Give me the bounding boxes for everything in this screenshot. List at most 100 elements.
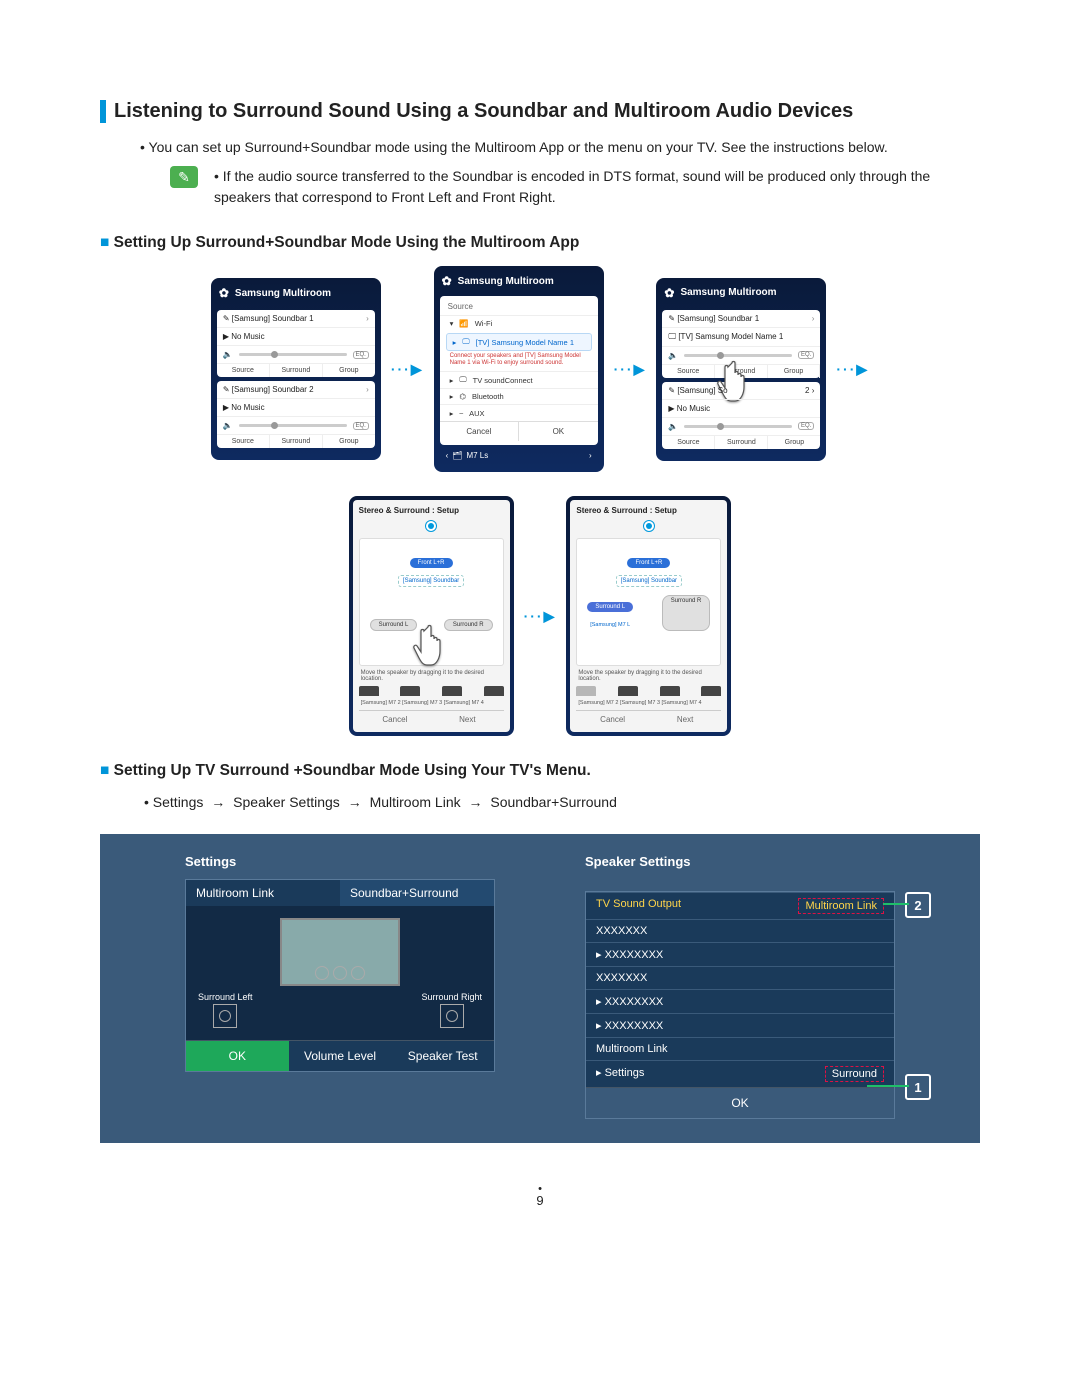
surround-value: Surround — [825, 1066, 884, 1082]
step-arrow-icon: ···▶ — [836, 361, 869, 378]
cancel-button[interactable]: Cancel — [440, 422, 520, 441]
group-button[interactable]: Group — [768, 436, 820, 449]
callout-2-badge: 2 — [905, 892, 931, 918]
device-name: [Samsung] Soundbar 1 — [232, 314, 314, 323]
group-button[interactable]: Group — [768, 365, 821, 378]
tv-left-title: Settings — [185, 854, 495, 869]
surround-button[interactable]: Surround — [270, 364, 323, 377]
room-area: Front L+R [Samsung] Soundbar Surround L … — [576, 538, 721, 666]
group-button[interactable]: Group — [323, 435, 375, 448]
list-row: ▸ XXXXXXXX — [586, 942, 894, 966]
sur-left-pill: Surround L — [587, 602, 633, 612]
front-pill: Front L+R — [410, 558, 453, 568]
callout-1-badge: 1 — [905, 1074, 931, 1100]
source-aux[interactable]: ▸⎯AUX — [440, 404, 598, 421]
nav-path: • Settings → Speaker Settings → Multiroo… — [144, 794, 980, 810]
device-card-2: ✎ [Samsung] Soundbar 2› ▶ No Music 🔈EQ. … — [217, 381, 375, 448]
multiroom-link-tab[interactable]: Multiroom Link — [186, 880, 340, 906]
multiroom-link-value: Multiroom Link — [798, 898, 884, 914]
list-row: XXXXXXX — [586, 966, 894, 989]
step-arrow-icon: ···▶ — [391, 361, 424, 378]
chevron-right-icon: › — [366, 314, 369, 323]
app-header: Samsung Multiroom — [235, 288, 331, 299]
volume-slider[interactable] — [684, 425, 792, 428]
setup-hint: Move the speaker by dragging it to the d… — [361, 670, 502, 682]
source-tv-selected[interactable]: ▸🖵[TV] Samsung Model Name 1 — [446, 333, 592, 351]
list-row-settings[interactable]: ▸ SettingsSurround — [586, 1060, 894, 1087]
speaker-right-icon — [440, 1004, 464, 1028]
step-indicator-icon — [428, 523, 434, 529]
callout-line-1 — [867, 1085, 909, 1087]
arrow-right-icon: → — [348, 794, 362, 810]
tv-speaker-settings: Speaker Settings TV Sound OutputMultiroo… — [585, 854, 895, 1119]
device-name: [Samsung] Soundbar 2 — [232, 385, 314, 394]
tv-right-title: Speaker Settings — [585, 854, 895, 869]
source-button[interactable]: Source — [217, 435, 270, 448]
speaker-list: TV Sound OutputMultiroom Link XXXXXXX ▸ … — [585, 891, 895, 1119]
tv-icon: 🖵 — [668, 332, 676, 342]
ok-button[interactable]: OK — [186, 1040, 289, 1071]
no-music-label: No Music — [677, 404, 710, 413]
step-arrow-icon: ···▶ — [614, 361, 647, 378]
mode-tab[interactable]: Soundbar+Surround — [340, 880, 494, 906]
figure-row-1: ✿ Samsung Multiroom ✎ [Samsung] Soundbar … — [100, 266, 980, 472]
figure-row-2: Stereo & Surround : Setup Front L+R [Sam… — [100, 496, 980, 736]
tv-panel: Settings Multiroom Link Soundbar+Surroun… — [100, 834, 980, 1143]
surround-button[interactable]: Surround — [715, 436, 768, 449]
list-row: ▸ XXXXXXXX — [586, 989, 894, 1013]
list-row-tvsound[interactable]: TV Sound OutputMultiroom Link — [586, 892, 894, 919]
source-button[interactable]: Source — [217, 364, 270, 377]
setup-title: Stereo & Surround : Setup — [576, 506, 721, 515]
speaker-test-button[interactable]: Speaker Test — [391, 1040, 494, 1071]
bluetooth-icon: ⌬ — [459, 392, 466, 401]
arrow-right-icon: → — [469, 794, 483, 810]
source-tvsc[interactable]: ▸🖵TV soundConnect — [440, 371, 598, 388]
arrow-right-icon: → — [211, 794, 225, 810]
setup-screen-1: Stereo & Surround : Setup Front L+R [Sam… — [349, 496, 514, 736]
note-icon: ✎ — [170, 166, 198, 188]
sur-left-pill: Surround L — [370, 619, 418, 631]
app-header: Samsung Multiroom — [680, 287, 776, 298]
cancel-button[interactable]: Cancel — [359, 711, 432, 728]
step-arrow-icon: ···▶ — [524, 608, 557, 625]
gear-icon: ✿ — [219, 286, 229, 300]
group-button[interactable]: Group — [323, 364, 375, 377]
soundbar-box: [Samsung] Soundbar — [398, 575, 464, 587]
surround-button[interactable]: Surround — [270, 435, 323, 448]
ok-button[interactable]: OK — [519, 422, 598, 441]
note-row: ✎ If the audio source transferred to the… — [170, 166, 980, 208]
device-card-1b: ✎ [Samsung] Soundbar 1› 🖵 [TV] Samsung M… — [662, 310, 820, 378]
eq-badge: EQ. — [353, 422, 369, 430]
volume-icon: 🔈 — [223, 350, 233, 359]
volume-level-button[interactable]: Volume Level — [289, 1040, 392, 1071]
source-bt[interactable]: ▸⌬Bluetooth — [440, 388, 598, 404]
soundbar-box: [Samsung] Soundbar — [616, 575, 682, 587]
source-popup: Source ▾📶Wi-Fi ▸🖵[TV] Samsung Model Name… — [440, 296, 598, 445]
sur-left-label: Surround Left — [198, 992, 253, 1002]
card-buttons: Source Surround Group — [217, 364, 375, 377]
setup-title: Stereo & Surround : Setup — [359, 506, 504, 515]
tv-settings-left: Settings Multiroom Link Soundbar+Surroun… — [185, 854, 495, 1119]
next-button[interactable]: Next — [431, 711, 504, 728]
room-area: Front L+R [Samsung] Soundbar Surround L … — [359, 538, 504, 666]
note-text: If the audio source transferred to the S… — [214, 166, 980, 208]
next-button[interactable]: Next — [649, 711, 722, 728]
ok-button[interactable]: OK — [586, 1087, 894, 1118]
source-button[interactable]: Source — [662, 365, 715, 378]
device-card-2b: ✎ [Samsung] So2 › ▶ No Music 🔈EQ. Source… — [662, 382, 820, 449]
cancel-button[interactable]: Cancel — [576, 711, 649, 728]
callout-line-2 — [883, 903, 909, 905]
eq-badge: EQ. — [798, 422, 814, 430]
volume-slider[interactable] — [239, 353, 347, 356]
tv-preview: Surround Left Surround Right — [186, 906, 494, 1040]
source-button[interactable]: Source — [662, 436, 715, 449]
subhead-app: Setting Up Surround+Soundbar Mode Using … — [100, 234, 980, 252]
volume-slider[interactable] — [239, 424, 347, 427]
speaker-left-icon — [213, 1004, 237, 1028]
setup-hint: Move the speaker by dragging it to the d… — [578, 670, 719, 682]
device-name: [Samsung] Soundbar 1 — [677, 314, 759, 323]
tv-icon: 🖵 — [462, 337, 469, 347]
source-wifi[interactable]: ▾📶Wi-Fi — [440, 315, 598, 331]
eq-badge: EQ. — [798, 351, 814, 359]
m7-label: M7 Ls — [466, 451, 488, 460]
